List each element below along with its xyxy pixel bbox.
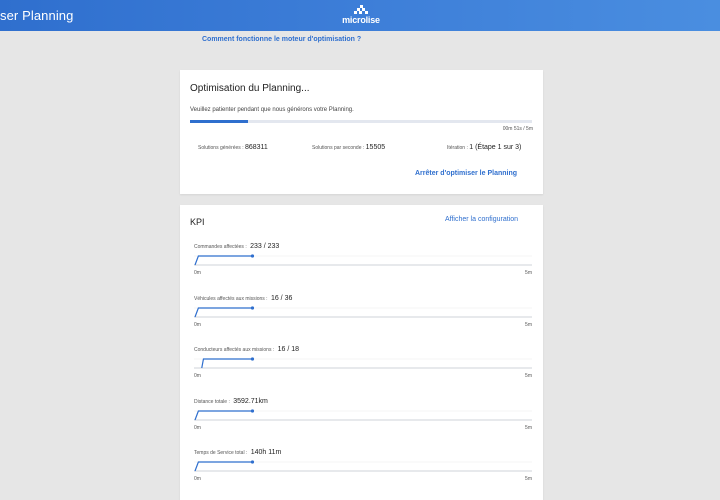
kpi-sparkline bbox=[194, 460, 532, 472]
kpi-vehicles-assigned: Véhicules affectés aux missions : 16 / 3… bbox=[194, 295, 534, 339]
axis-max-label: 5m bbox=[525, 322, 532, 328]
kpi-card: KPI Afficher la configuration Commandes … bbox=[180, 205, 543, 500]
axis-max-label: 5m bbox=[525, 476, 532, 482]
logo-mark-icon bbox=[354, 5, 368, 14]
kpi-label: Véhicules affectés aux missions : 16 / 3… bbox=[194, 295, 293, 302]
kpi-title: KPI bbox=[190, 217, 205, 227]
optimisation-progress-bar bbox=[190, 120, 532, 123]
logo-text: microlise bbox=[342, 15, 380, 25]
sparkline-point bbox=[250, 460, 255, 464]
kpi-orders-assigned: Commandes affectées : 233 / 233 0m 5m bbox=[194, 243, 534, 287]
stat-value: 868311 bbox=[244, 144, 268, 151]
stat-value: 1 (Étape 1 sur 3) bbox=[469, 144, 522, 151]
axis-min-label: 0m bbox=[194, 373, 201, 379]
kpi-label: Conducteurs affectés aux missions : 16 /… bbox=[194, 346, 300, 353]
axis-max-label: 5m bbox=[525, 373, 532, 379]
top-bar: ser Planning microlise bbox=[0, 0, 720, 31]
optimisation-title: Optimisation du Planning... bbox=[190, 83, 310, 94]
kpi-label: Temps de Service total : 140h 11m bbox=[194, 449, 282, 456]
kpi-value: 140h 11m bbox=[250, 449, 282, 456]
sparkline-series bbox=[194, 410, 253, 421]
kpi-value: 16 / 18 bbox=[277, 346, 300, 353]
progress-fill bbox=[190, 120, 249, 123]
axis-min-label: 0m bbox=[194, 270, 201, 276]
stat-iteration: Itération : 1 (Étape 1 sur 3) bbox=[447, 144, 521, 151]
kpi-drivers-assigned: Conducteurs affectés aux missions : 16 /… bbox=[194, 346, 534, 390]
stat-label: Solutions par seconde : bbox=[312, 145, 366, 151]
kpi-value: 16 / 36 bbox=[270, 295, 293, 302]
stat-label: Itération : bbox=[447, 145, 470, 151]
kpi-sparkline bbox=[194, 254, 532, 266]
stat-solutions-generated: Solutions générées : 868311 bbox=[198, 144, 268, 151]
optimisation-card: Optimisation du Planning... Veuillez pat… bbox=[180, 70, 543, 194]
axis-max-label: 5m bbox=[525, 425, 532, 431]
sparkline-point bbox=[250, 357, 255, 361]
kpi-label: Distance totale : 3592.71km bbox=[194, 398, 268, 405]
kpi-value: 3592.71km bbox=[233, 398, 268, 405]
page-title: ser Planning bbox=[0, 8, 74, 23]
sparkline-series bbox=[194, 255, 253, 266]
sparkline-point bbox=[250, 254, 255, 258]
optimiser-help-link[interactable]: Comment fonctionne le moteur d'optimisat… bbox=[202, 36, 361, 43]
show-configuration-link[interactable]: Afficher la configuration bbox=[445, 216, 518, 223]
kpi-sparkline bbox=[194, 357, 532, 369]
axis-min-label: 0m bbox=[194, 476, 201, 482]
sparkline-series bbox=[194, 307, 253, 318]
microlise-logo[interactable]: microlise bbox=[341, 5, 381, 27]
elapsed-time: 00m 51s / 5m bbox=[502, 126, 533, 132]
stop-optimisation-button[interactable]: Arrêter d'optimiser le Planning bbox=[415, 170, 517, 177]
kpi-sparkline bbox=[194, 306, 532, 318]
sparkline-point bbox=[250, 409, 255, 413]
axis-min-label: 0m bbox=[194, 425, 201, 431]
stat-label: Solutions générées : bbox=[198, 145, 245, 151]
stat-value: 15505 bbox=[365, 144, 386, 151]
axis-min-label: 0m bbox=[194, 322, 201, 328]
kpi-value: 233 / 233 bbox=[250, 243, 280, 250]
axis-max-label: 5m bbox=[525, 270, 532, 276]
kpi-sparkline bbox=[194, 409, 532, 421]
kpi-label: Commandes affectées : 233 / 233 bbox=[194, 243, 280, 250]
optimisation-subtitle: Veuillez patienter pendant que nous géné… bbox=[190, 107, 354, 113]
kpi-total-distance: Distance totale : 3592.71km 0m 5m bbox=[194, 398, 534, 442]
sparkline-point bbox=[250, 306, 255, 310]
stat-solutions-per-second: Solutions par seconde : 15505 bbox=[312, 144, 385, 151]
sparkline-series bbox=[194, 461, 253, 472]
sparkline-series bbox=[201, 358, 253, 369]
kpi-total-service-time: Temps de Service total : 140h 11m 0m 5m bbox=[194, 449, 534, 493]
